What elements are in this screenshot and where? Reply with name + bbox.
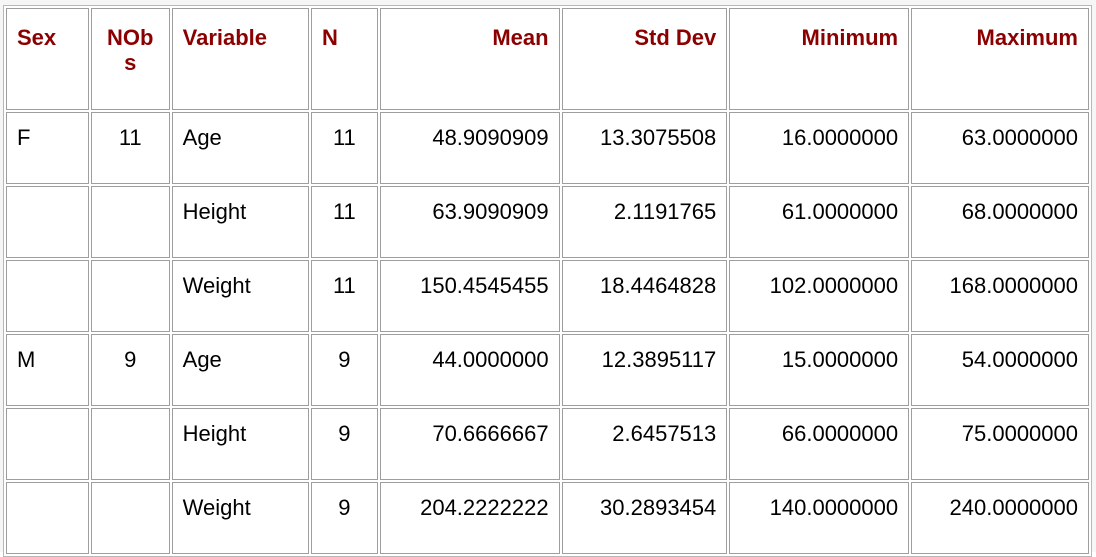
cell-std-dev: 2.6457513: [561, 408, 728, 480]
cell-minimum: 16.0000000: [729, 112, 910, 184]
cell-sex: [6, 260, 89, 332]
cell-mean: 44.0000000: [379, 334, 560, 406]
cell-minimum: 102.0000000: [729, 260, 910, 332]
header-std-dev: Std Dev: [561, 8, 728, 110]
cell-n: 11: [311, 112, 378, 184]
cell-maximum: 168.0000000: [911, 260, 1089, 332]
cell-variable: Height: [171, 186, 310, 258]
cell-nobs: [90, 482, 170, 554]
header-sex: Sex: [6, 8, 89, 110]
cell-sex: F: [6, 112, 89, 184]
table-row: Weight 11 150.4545455 18.4464828 102.000…: [6, 260, 1089, 332]
cell-variable: Weight: [171, 482, 310, 554]
table-row: M 9 Age 9 44.0000000 12.3895117 15.00000…: [6, 334, 1089, 406]
cell-sex: M: [6, 334, 89, 406]
cell-minimum: 66.0000000: [729, 408, 910, 480]
cell-sex: [6, 408, 89, 480]
cell-mean: 63.9090909: [379, 186, 560, 258]
cell-sex: [6, 482, 89, 554]
cell-maximum: 68.0000000: [911, 186, 1089, 258]
header-variable: Variable: [171, 8, 310, 110]
cell-nobs: [90, 260, 170, 332]
cell-nobs: [90, 408, 170, 480]
cell-minimum: 140.0000000: [729, 482, 910, 554]
table-row: F 11 Age 11 48.9090909 13.3075508 16.000…: [6, 112, 1089, 184]
cell-maximum: 75.0000000: [911, 408, 1089, 480]
cell-variable: Height: [171, 408, 310, 480]
cell-std-dev: 2.1191765: [561, 186, 728, 258]
cell-nobs: 11: [90, 112, 170, 184]
cell-std-dev: 13.3075508: [561, 112, 728, 184]
cell-maximum: 240.0000000: [911, 482, 1089, 554]
table-row: Height 11 63.9090909 2.1191765 61.000000…: [6, 186, 1089, 258]
header-nobs: NObs: [90, 8, 170, 110]
cell-n: 11: [311, 260, 378, 332]
header-row: Sex NObs Variable N Mean Std Dev Minimum…: [6, 8, 1089, 110]
cell-std-dev: 18.4464828: [561, 260, 728, 332]
cell-sex: [6, 186, 89, 258]
cell-mean: 204.2222222: [379, 482, 560, 554]
cell-n: 11: [311, 186, 378, 258]
cell-nobs: 9: [90, 334, 170, 406]
report-page: Sex NObs Variable N Mean Std Dev Minimum…: [0, 0, 1096, 557]
cell-variable: Age: [171, 334, 310, 406]
header-mean: Mean: [379, 8, 560, 110]
table-row: Height 9 70.6666667 2.6457513 66.0000000…: [6, 408, 1089, 480]
summary-statistics-table: Sex NObs Variable N Mean Std Dev Minimum…: [3, 5, 1092, 557]
cell-n: 9: [311, 408, 378, 480]
cell-mean: 150.4545455: [379, 260, 560, 332]
cell-mean: 70.6666667: [379, 408, 560, 480]
cell-n: 9: [311, 334, 378, 406]
cell-minimum: 15.0000000: [729, 334, 910, 406]
cell-minimum: 61.0000000: [729, 186, 910, 258]
cell-mean: 48.9090909: [379, 112, 560, 184]
cell-variable: Age: [171, 112, 310, 184]
cell-std-dev: 12.3895117: [561, 334, 728, 406]
cell-variable: Weight: [171, 260, 310, 332]
cell-std-dev: 30.2893454: [561, 482, 728, 554]
cell-n: 9: [311, 482, 378, 554]
header-maximum: Maximum: [911, 8, 1089, 110]
header-minimum: Minimum: [729, 8, 910, 110]
header-n: N: [311, 8, 378, 110]
cell-maximum: 63.0000000: [911, 112, 1089, 184]
cell-maximum: 54.0000000: [911, 334, 1089, 406]
table-row: Weight 9 204.2222222 30.2893454 140.0000…: [6, 482, 1089, 554]
cell-nobs: [90, 186, 170, 258]
